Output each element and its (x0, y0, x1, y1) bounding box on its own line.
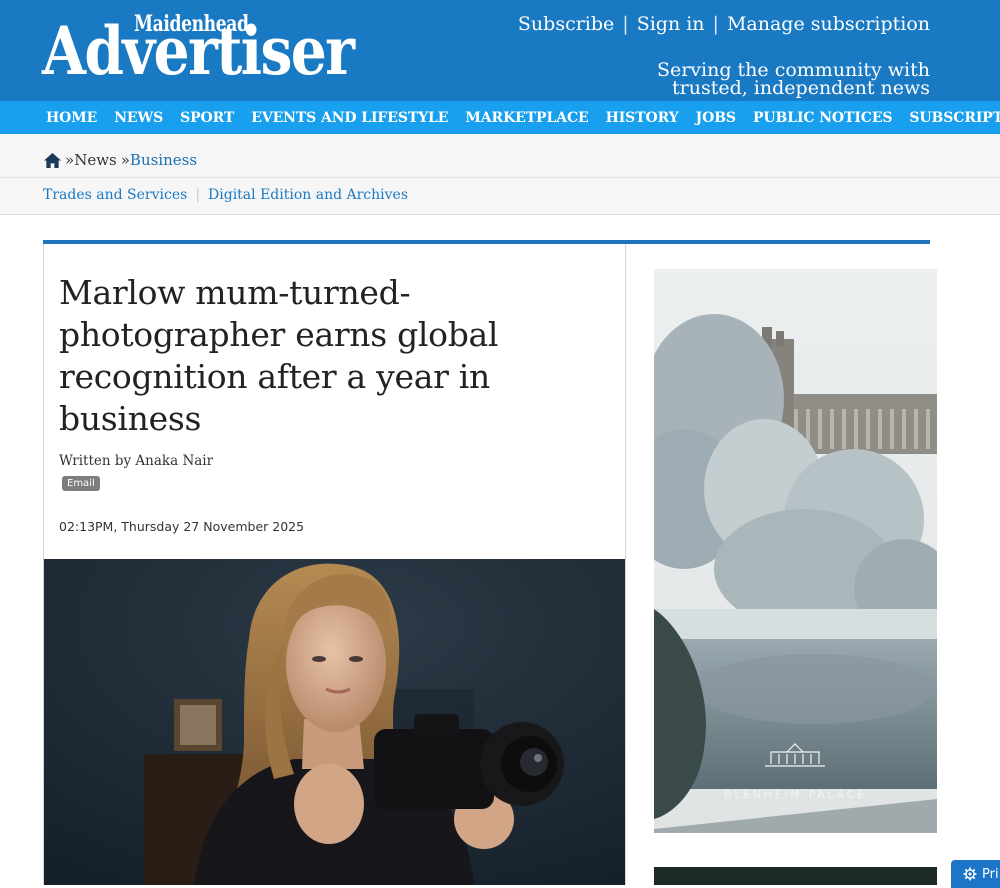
subscribe-link[interactable]: Subscribe (518, 13, 614, 35)
masthead: Maidenhead Advertiser Subscribe | Sign i… (0, 0, 1000, 101)
breadcrumb-separator: » (120, 151, 130, 169)
nav-item-public-notices[interactable]: PUBLIC NOTICES (753, 110, 893, 126)
logo-advertiser[interactable]: Advertiser (42, 16, 355, 86)
account-separator: | (622, 13, 629, 35)
nav-item-events-and-lifestyle[interactable]: EVENTS AND LIFESTYLE (251, 110, 448, 126)
nav-item-marketplace[interactable]: MARKETPLACE (465, 110, 588, 126)
breadcrumb-news[interactable]: News (74, 151, 117, 169)
article-date: 02:13PM, Thursday 27 November 2025 (59, 519, 305, 534)
nav-item-news[interactable]: NEWS (114, 110, 163, 126)
nav-item-subscriptions[interactable]: SUBSCRIPTIONS (909, 110, 1000, 126)
gear-icon (963, 867, 977, 881)
advert-blenheim-palace[interactable]: BLENHEIM PALACE (654, 269, 937, 833)
article-headline: Marlow mum-turned-photographer earns glo… (59, 273, 499, 438)
tagline: Serving the community with trusted, inde… (656, 59, 930, 99)
sign-in-link[interactable]: Sign in (637, 13, 705, 35)
nav-item-sport[interactable]: SPORT (180, 110, 234, 126)
main-nav: HOME NEWS SPORT EVENTS AND LIFESTYLE MAR… (0, 101, 1000, 134)
subnav-trades-and-services[interactable]: Trades and Services (43, 187, 187, 203)
breadcrumb: » News » Business (43, 151, 197, 169)
breadcrumb-business[interactable]: Business (130, 151, 197, 169)
nav-item-jobs[interactable]: JOBS (696, 110, 736, 126)
privacy-label: Pri (982, 866, 999, 882)
nav-item-history[interactable]: HISTORY (606, 110, 679, 126)
advert-image (654, 269, 937, 833)
account-separator: | (712, 13, 719, 35)
advert-brand-text: BLENHEIM PALACE (724, 789, 867, 801)
account-links: Subscribe | Sign in | Manage subscriptio… (518, 13, 930, 35)
subnav-digital-edition[interactable]: Digital Edition and Archives (208, 187, 408, 203)
article-photo[interactable] (44, 559, 625, 885)
email-author-button[interactable]: Email (62, 476, 100, 491)
breadcrumb-separator: » (65, 151, 75, 169)
subnav: Trades and Services | Digital Edition an… (43, 187, 408, 203)
privacy-settings-button[interactable]: Pri (951, 860, 1000, 888)
article-byline: Written by Anaka Nair (59, 453, 214, 469)
subnav-separator: | (195, 187, 201, 203)
home-icon[interactable] (43, 152, 62, 169)
article-card: Marlow mum-turned-photographer earns glo… (43, 244, 626, 885)
second-advert[interactable] (654, 867, 937, 885)
manage-subscription-link[interactable]: Manage subscription (727, 13, 930, 35)
nav-item-home[interactable]: HOME (46, 110, 97, 126)
